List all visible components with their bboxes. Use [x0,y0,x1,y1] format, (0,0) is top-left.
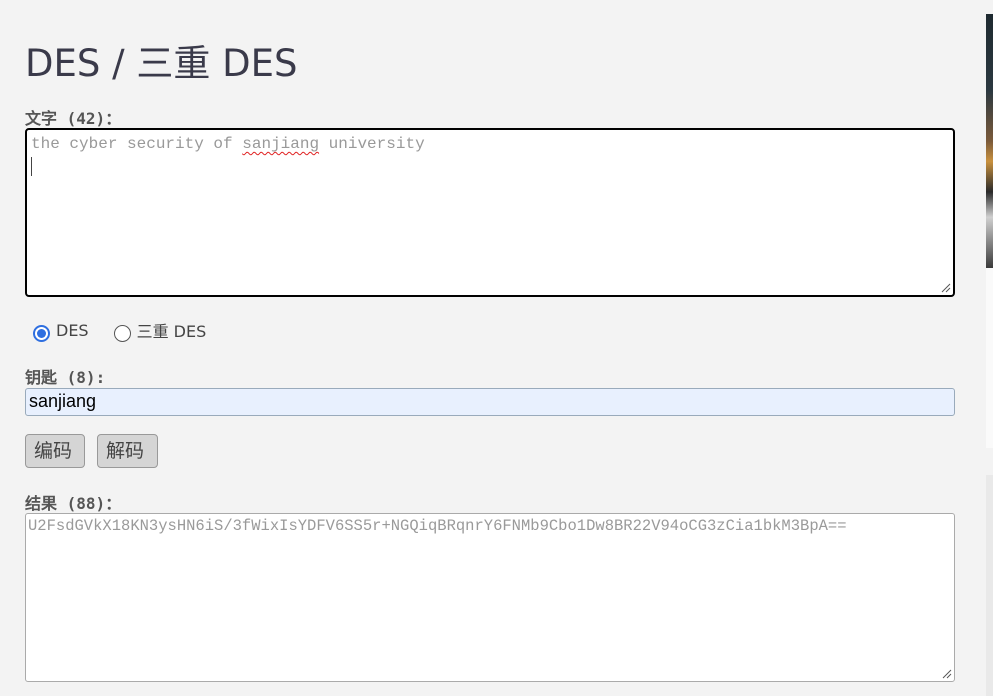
key-label-colon: : [95,368,106,387]
text-label: 文字 (42)： [25,105,121,129]
text-input-area[interactable]: the cyber security of sanjiang universit… [25,128,955,297]
radio-triple-des-label[interactable]: 三重 DES [137,318,207,342]
encode-button[interactable]: 编码 [25,434,85,468]
resize-handle-icon[interactable] [939,281,951,293]
key-char-count: (8) [66,368,96,387]
text-value-misspelled: sanjiang [242,135,320,153]
key-label-name: 钥匙 [25,368,58,387]
result-char-count: (88) [66,494,106,513]
result-label: 结果 (88)： [25,490,121,514]
text-label-name: 文字 [25,109,58,128]
mode-selector: DES 三重 DES [33,318,231,342]
text-label-colon: ： [105,109,122,128]
result-value: U2FsdGVkX18KN3ysHN6iS/3fWixIsYDFV6SS5r+N… [28,517,847,535]
result-label-name: 结果 [25,494,58,513]
radio-triple-des[interactable] [113,324,131,342]
text-value-before: the cyber security of [31,135,243,153]
text-char-count: (42) [66,109,106,128]
result-output-area[interactable]: U2FsdGVkX18KN3ysHN6iS/3fWixIsYDFV6SS5r+N… [25,513,955,682]
adjacent-window-edge [986,475,993,696]
resize-handle-icon[interactable] [940,667,952,679]
result-label-colon: ： [105,494,122,513]
adjacent-window-edge [986,14,993,268]
adjacent-window-edge [986,268,993,448]
key-label: 钥匙 (8): [25,364,105,388]
text-value-after: university [319,135,425,153]
decode-button[interactable]: 解码 [97,434,158,468]
key-input[interactable]: sanjiang [25,388,955,416]
page-title: DES / 三重 DES [25,42,298,85]
radio-des-label[interactable]: DES [56,321,89,340]
text-cursor [31,157,32,176]
radio-des[interactable] [33,324,50,342]
